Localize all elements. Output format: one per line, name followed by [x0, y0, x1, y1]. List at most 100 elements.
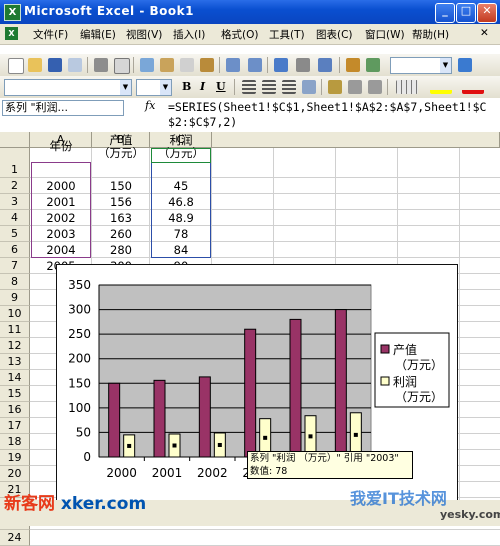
- currency-icon[interactable]: [328, 80, 342, 94]
- row-header[interactable]: 5: [0, 226, 30, 242]
- close-button[interactable]: ✕: [477, 3, 497, 23]
- y-tick-label: 300: [68, 303, 91, 317]
- borders-icon[interactable]: [396, 80, 418, 94]
- font-combo[interactable]: ▼: [4, 79, 132, 96]
- new-icon[interactable]: [8, 58, 24, 74]
- value-range-highlight: [151, 162, 211, 258]
- open-icon[interactable]: [28, 58, 42, 72]
- italic-button[interactable]: I: [200, 80, 205, 93]
- row-header[interactable]: 12: [0, 338, 30, 354]
- formula-input[interactable]: =SERIES(Sheet1!$C$1,Sheet1!$A$2:$A$7,She…: [168, 100, 498, 130]
- menu-insert[interactable]: 插入(I): [173, 27, 205, 42]
- row-header[interactable]: 24: [0, 530, 30, 546]
- row-header[interactable]: 2: [0, 178, 30, 194]
- redo-icon[interactable]: [248, 58, 262, 72]
- row-header[interactable]: 9: [0, 290, 30, 306]
- menu-window[interactable]: 窗口(W): [365, 27, 405, 42]
- autosum-icon[interactable]: [296, 58, 310, 72]
- workbook-icon[interactable]: X: [5, 27, 18, 40]
- fill-color-icon[interactable]: [430, 80, 452, 94]
- chart-wizard-icon[interactable]: [346, 58, 360, 72]
- tooltip-line1: 系列 "利润 （万元）" 引用 "2003": [250, 453, 399, 464]
- select-all-corner[interactable]: [0, 132, 30, 148]
- x-tick-label: 2000: [106, 466, 137, 480]
- name-range-highlight: [151, 148, 211, 163]
- merge-center-icon[interactable]: [302, 80, 316, 94]
- sort-ascending-icon[interactable]: [318, 58, 332, 72]
- selection-handle: [263, 435, 268, 440]
- row-header[interactable]: 19: [0, 450, 30, 466]
- undo-icon[interactable]: [226, 58, 240, 72]
- print-preview-icon[interactable]: [114, 58, 130, 74]
- selection-handle: [308, 434, 313, 439]
- underline-button[interactable]: U: [216, 80, 226, 93]
- align-left-icon[interactable]: [242, 80, 256, 94]
- align-right-icon[interactable]: [282, 80, 296, 94]
- fx-icon[interactable]: fx: [145, 99, 155, 112]
- tooltip-line2: 数值: 78: [250, 466, 288, 477]
- cell-output[interactable]: 156: [92, 195, 150, 209]
- minimize-button[interactable]: _: [435, 3, 455, 23]
- font-size-combo[interactable]: ▼: [136, 79, 172, 96]
- print-icon[interactable]: [94, 58, 108, 72]
- x-tick-label: 2002: [197, 466, 228, 480]
- cell-b1-line2[interactable]: （万元）: [92, 145, 150, 161]
- row-header[interactable]: 20: [0, 466, 30, 482]
- permission-icon[interactable]: [68, 58, 82, 72]
- align-center-icon[interactable]: [262, 80, 276, 94]
- legend-label: （万元）: [395, 358, 443, 372]
- menu-view[interactable]: 视图(V): [126, 27, 162, 42]
- bar-output[interactable]: [198, 376, 211, 458]
- row-header[interactable]: 3: [0, 194, 30, 210]
- paste-icon[interactable]: [200, 58, 214, 72]
- name-box[interactable]: 系列 "利润...: [2, 100, 124, 116]
- row-header[interactable]: 18: [0, 434, 30, 450]
- menu-help[interactable]: 帮助(H): [412, 27, 449, 42]
- menu-edit[interactable]: 编辑(E): [80, 27, 116, 42]
- bar-output[interactable]: [153, 379, 166, 458]
- menu-chart[interactable]: 图表(C): [316, 27, 353, 42]
- row-header[interactable]: 4: [0, 210, 30, 226]
- row-header[interactable]: 7: [0, 258, 30, 274]
- legend-swatch-output: [380, 344, 390, 354]
- hyperlink-icon[interactable]: [274, 58, 288, 72]
- zoom-combo[interactable]: ▼: [390, 57, 452, 74]
- menu-tools[interactable]: 工具(T): [269, 27, 305, 42]
- percent-icon[interactable]: [348, 80, 362, 94]
- copy-icon[interactable]: [180, 58, 194, 72]
- menu-file[interactable]: 文件(F): [33, 27, 68, 42]
- row-header[interactable]: 17: [0, 418, 30, 434]
- cell-output[interactable]: 150: [92, 179, 150, 193]
- row-header[interactable]: 11: [0, 322, 30, 338]
- row-header[interactable]: 15: [0, 386, 30, 402]
- bar-output[interactable]: [244, 328, 257, 458]
- row-header[interactable]: 13: [0, 354, 30, 370]
- y-tick-label: 200: [68, 352, 91, 366]
- cell-output[interactable]: 163: [92, 211, 150, 225]
- row-header[interactable]: 14: [0, 370, 30, 386]
- help-icon[interactable]: [458, 58, 472, 72]
- drawing-icon[interactable]: [366, 58, 380, 72]
- row-header[interactable]: 1: [0, 148, 30, 178]
- research-icon[interactable]: [140, 58, 154, 72]
- indent-icon[interactable]: [368, 80, 382, 94]
- maximize-button[interactable]: □: [456, 3, 476, 23]
- save-icon[interactable]: [48, 58, 62, 72]
- bar-output[interactable]: [108, 382, 121, 458]
- row-header[interactable]: 6: [0, 242, 30, 258]
- cell-output[interactable]: 260: [92, 227, 150, 241]
- cell-output[interactable]: 280: [92, 243, 150, 257]
- row-header[interactable]: 16: [0, 402, 30, 418]
- doc-close-icon[interactable]: ✕: [480, 27, 489, 39]
- cell-a1[interactable]: 年份: [30, 138, 92, 154]
- row-header[interactable]: 8: [0, 274, 30, 290]
- bar-output[interactable]: [334, 309, 347, 458]
- legend-label: 产值: [393, 342, 417, 357]
- font-color-icon[interactable]: [462, 80, 484, 94]
- cut-icon[interactable]: [160, 58, 174, 72]
- bold-button[interactable]: B: [182, 80, 191, 93]
- menu-format[interactable]: 格式(O): [221, 27, 258, 42]
- bar-output[interactable]: [289, 318, 302, 458]
- row-header[interactable]: 10: [0, 306, 30, 322]
- x-tick-label: 2001: [152, 466, 183, 480]
